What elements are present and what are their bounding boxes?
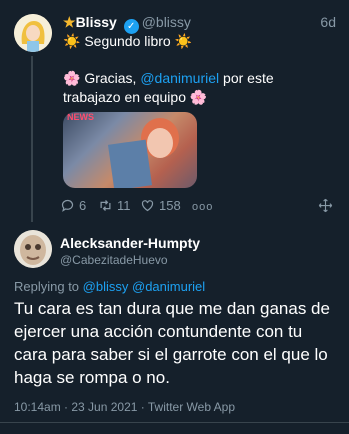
- retweet-icon: [100, 200, 111, 211]
- more-options-button[interactable]: ooo: [192, 201, 213, 213]
- reply-icon: [61, 199, 74, 212]
- retweet-button[interactable]: 11: [98, 198, 131, 213]
- move-arrows-icon: [318, 198, 333, 213]
- mention-link[interactable]: @danimuriel: [140, 70, 219, 86]
- bottom-divider: [0, 422, 349, 423]
- replying-to-mention-2[interactable]: @danimuriel: [132, 279, 205, 294]
- blissy-avatar-illustration: [14, 14, 52, 52]
- alecksander-avatar[interactable]: [14, 230, 52, 268]
- tweet-text-line1: ☀️ Segundo libro ☀️: [63, 33, 193, 49]
- person-face: [147, 128, 173, 158]
- author-handle[interactable]: @blissy: [142, 14, 191, 30]
- tweet-header: ★Blissy ✓ @blissy: [63, 14, 191, 34]
- book-cover: [107, 139, 153, 188]
- alecksander-avatar-illustration: [14, 230, 52, 268]
- like-button[interactable]: 158: [140, 198, 181, 213]
- media-badge: NEWS: [67, 112, 94, 122]
- move-handle[interactable]: [318, 198, 333, 213]
- thread-line: [31, 56, 33, 222]
- replying-to: Replying to @blissy @danimuriel: [14, 279, 206, 294]
- reply-metadata[interactable]: 10:14am · 23 Jun 2021 · Twitter Web App: [14, 400, 235, 414]
- reply-author-name[interactable]: Alecksander-Humpty: [60, 235, 200, 251]
- heart-icon: [141, 200, 154, 212]
- tweet-actions: 6 11 158 ooo: [60, 198, 334, 218]
- star-icon: ★: [63, 14, 76, 30]
- tweet-media-image[interactable]: NEWS: [63, 112, 197, 188]
- author-name[interactable]: ★Blissy: [63, 14, 121, 30]
- reply-author-handle[interactable]: @CabezitadeHuevo: [60, 253, 168, 267]
- replying-to-mention-1[interactable]: @blissy: [83, 279, 129, 294]
- blissy-avatar[interactable]: [14, 14, 52, 52]
- tweet-time[interactable]: 6d: [320, 14, 336, 30]
- reply-text: Tu cara es tan dura que me dan ganas de …: [14, 299, 330, 387]
- tweet-text-line2: 🌸 Gracias, @danimuriel por este trabajaz…: [63, 70, 274, 105]
- reply-button[interactable]: 6: [60, 198, 86, 213]
